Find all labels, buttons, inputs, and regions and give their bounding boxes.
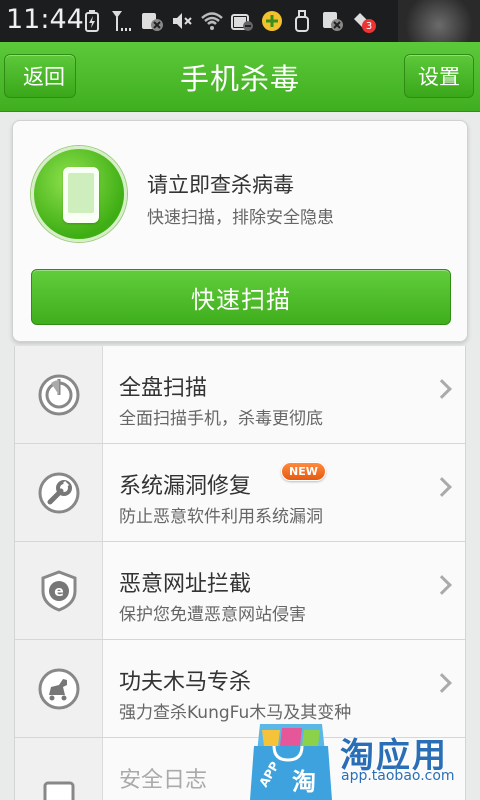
list-item-subtitle: 保护您免遭恶意网站侵害 [119, 605, 306, 625]
settings-button[interactable]: 设置 [404, 54, 474, 98]
watermark-url: app.taobao.com [341, 768, 455, 784]
scan-icon [320, 9, 344, 33]
chevron-right-icon [432, 673, 452, 693]
status-time: 11:44 [6, 4, 84, 35]
usb-icon [290, 9, 314, 33]
list-item-title: 系统漏洞修复 [119, 474, 252, 499]
list-item-url-block[interactable]: e 恶意网址拦截 保护您免遭恶意网站侵害 [15, 542, 465, 640]
list-item-title: 安全日志 [119, 768, 208, 793]
log-icon [43, 781, 74, 800]
list-item-subtitle: 全面扫描手机，杀毒更彻底 [119, 409, 323, 429]
status-bar: 11:44 3 [0, 0, 480, 42]
status-bar-shade [398, 0, 480, 42]
phone-icon [31, 146, 127, 242]
taobao-bag-logo: APP 淘 [250, 724, 332, 800]
battery-charging-icon [80, 9, 104, 33]
signal-icon [110, 9, 134, 33]
full-scan-icon [38, 374, 79, 415]
chevron-right-icon [432, 379, 452, 399]
notification-icon: 3 [350, 9, 376, 33]
list-item-subtitle: 防止恶意软件利用系统漏洞 [119, 507, 323, 527]
status-icons: 3 [80, 6, 376, 36]
app-icon [260, 9, 284, 33]
svg-text:e: e [54, 584, 64, 600]
new-badge: NEW [281, 462, 326, 481]
scan-card-title: 请立即查杀病毒 [147, 173, 294, 197]
list-item-title: 功夫木马专杀 [119, 670, 252, 695]
notification-count: 3 [362, 19, 376, 33]
sd-card-icon [140, 9, 164, 33]
trojan-horse-icon [38, 668, 79, 709]
chevron-right-icon [432, 477, 452, 497]
scan-card: 请立即查杀病毒 快速扫描，排除安全隐患 快速扫描 [12, 120, 468, 342]
mute-icon [170, 9, 194, 33]
wifi-icon [200, 9, 224, 33]
list-item-vulnerability-fix[interactable]: 系统漏洞修复 NEW 防止恶意软件利用系统漏洞 [15, 444, 465, 542]
shield-e-icon: e [41, 569, 76, 612]
battery-icon [230, 9, 254, 33]
list-item-title: 全盘扫描 [119, 376, 208, 401]
list-item-full-scan[interactable]: 全盘扫描 全面扫描手机，杀毒更彻底 [15, 346, 465, 444]
bag-char: 淘 [292, 768, 316, 796]
quick-scan-button[interactable]: 快速扫描 [31, 269, 451, 325]
wrench-icon [38, 472, 79, 513]
chevron-right-icon [432, 575, 452, 595]
scan-card-subtitle: 快速扫描，排除安全隐患 [147, 208, 334, 228]
list-item-title: 恶意网址拦截 [119, 572, 252, 597]
title-bar: 返回 手机杀毒 设置 [0, 42, 480, 112]
